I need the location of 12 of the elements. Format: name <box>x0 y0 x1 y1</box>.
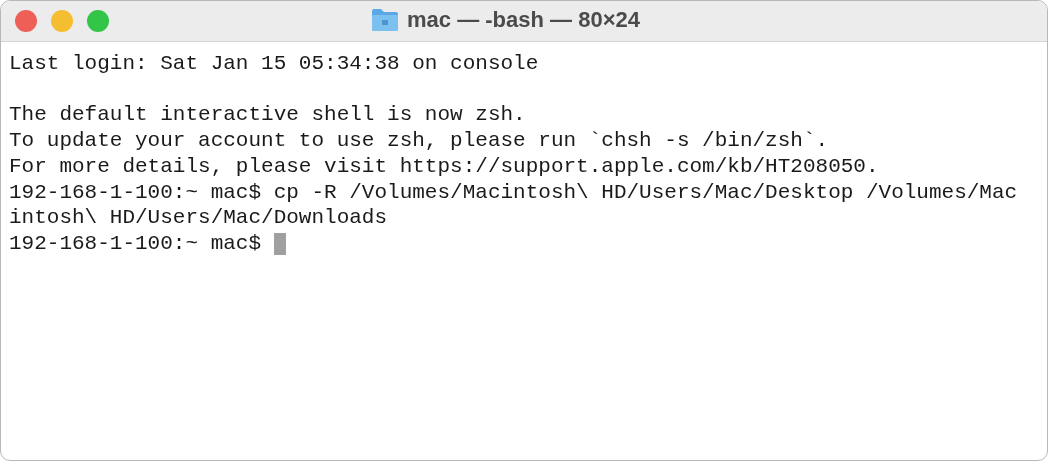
folder-icon <box>371 8 399 32</box>
shell-prompt: 192-168-1-100:~ mac$ <box>9 230 262 257</box>
minimize-button[interactable] <box>51 10 73 32</box>
terminal-line: 192-168-1-100:~ mac$ cp -R /Volumes/Macintosh\ HD/Users/Mac/Desktop /Volumes/Mac <box>9 179 1019 206</box>
terminal-line: Last login: Sat Jan 15 05:34:38 on console <box>9 51 540 77</box>
terminal-line: The default interactive shell is now zsh. <box>9 102 527 129</box>
terminal-line: intosh\ HD/Users/Mac/Downloads <box>9 205 389 231</box>
terminal-line: For more details, please visit https://support.apple.com/kb/HT208050. <box>9 153 880 180</box>
close-button[interactable] <box>15 10 37 32</box>
window-title: mac — -bash — 80×24 <box>407 7 640 33</box>
zoom-button[interactable] <box>87 10 109 32</box>
terminal-line: To update your account to use zsh, please run `chsh -s /bin/zsh`. <box>9 128 830 154</box>
